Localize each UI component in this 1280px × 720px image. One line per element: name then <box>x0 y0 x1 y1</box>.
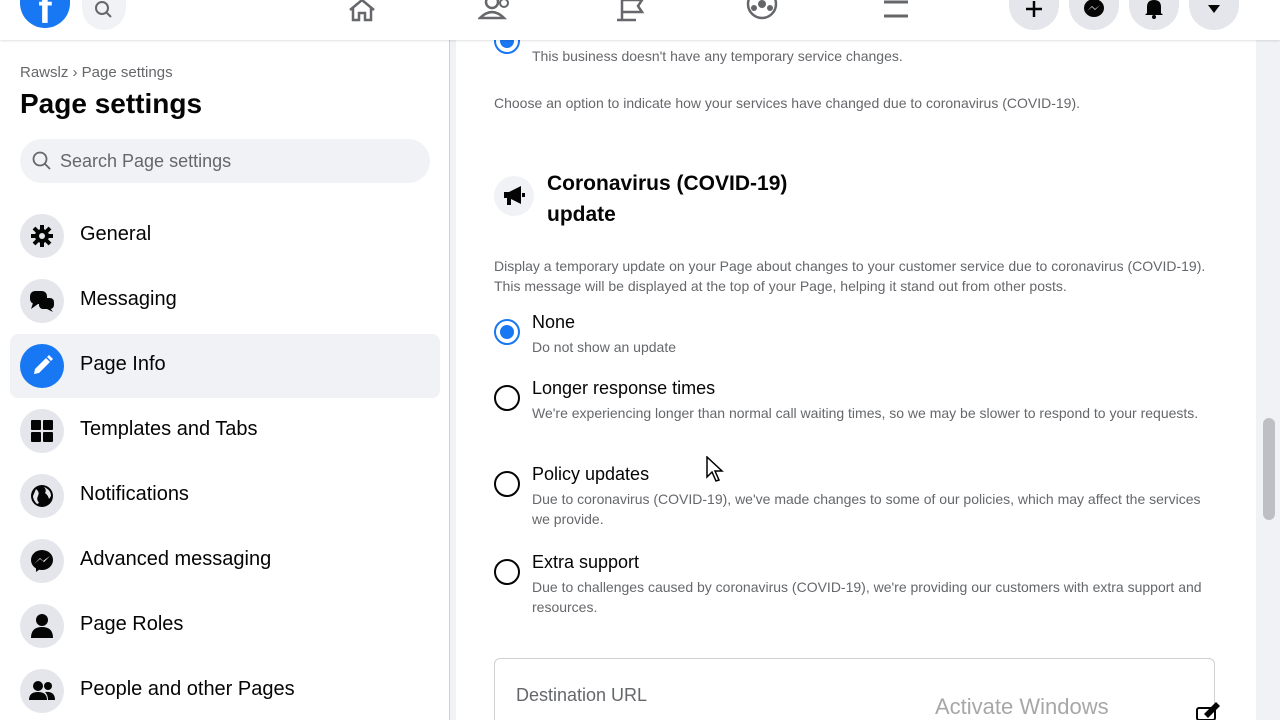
sidebar-item-label: Advanced messaging <box>80 548 272 570</box>
option-extra-support-description: Due to challenges caused by coronavirus … <box>532 579 1202 615</box>
option-none-description: Do not show an update <box>532 339 676 355</box>
chat-icon <box>20 279 64 323</box>
scrollbar-track[interactable] <box>1258 40 1280 720</box>
mouse-cursor-icon <box>706 455 724 487</box>
people-icon <box>20 669 64 713</box>
activate-windows-watermark: Activate Windows <box>935 694 1109 719</box>
flag-icon[interactable] <box>612 0 652 28</box>
sidebar-item-advanced-messaging[interactable]: Advanced messaging <box>10 529 440 593</box>
globe-icon <box>20 474 64 518</box>
sidebar-item-label: People and other Pages <box>80 678 295 700</box>
compose-icon[interactable] <box>1194 702 1224 720</box>
top-navigation-bar: f <box>0 0 1280 40</box>
page-title: Page settings <box>20 88 203 119</box>
sidebar-item-page-info[interactable]: Page Info <box>10 334 440 398</box>
facebook-logo[interactable]: f <box>20 0 70 28</box>
option-longer-response-title[interactable]: Longer response times <box>532 378 715 399</box>
option-extra-support-radio[interactable] <box>494 559 520 585</box>
search-icon[interactable] <box>82 0 126 30</box>
sidebar-item-templates-and-tabs[interactable]: Templates and Tabs <box>10 399 440 463</box>
sidebar-item-label: Templates and Tabs <box>80 418 258 440</box>
sidebar-item-label: General <box>80 223 152 245</box>
service-option-radio[interactable] <box>494 40 520 54</box>
sidebar-item-label: Page Info <box>80 353 166 375</box>
destination-url-label: Destination URL <box>516 685 648 705</box>
friends-icon[interactable] <box>476 0 516 28</box>
home-icon[interactable] <box>342 0 382 28</box>
messenger-icon[interactable] <box>1069 0 1119 30</box>
sidebar-item-page-roles[interactable]: Page Roles <box>10 594 440 658</box>
covid-update-description: Display a temporary update on your Page … <box>494 258 1206 294</box>
option-policy-updates-radio[interactable] <box>494 471 520 497</box>
sidebar-item-general[interactable]: General <box>10 204 440 268</box>
search-input[interactable] <box>60 139 420 183</box>
option-none-radio[interactable] <box>494 319 520 345</box>
sidebar-item-messaging[interactable]: Messaging <box>10 269 440 333</box>
option-longer-response-radio[interactable] <box>494 385 520 411</box>
search-icon <box>32 151 51 170</box>
service-changes-hint: Choose an option to indicate how your se… <box>494 95 1080 111</box>
scrollbar-thumb[interactable] <box>1263 418 1275 520</box>
grid-icon <box>20 409 64 453</box>
option-longer-response-description: We're experiencing longer than normal ca… <box>532 405 1199 421</box>
sidebar-item-notifications[interactable]: Notifications <box>10 464 440 528</box>
option-none-title[interactable]: None <box>532 312 575 333</box>
plus-icon[interactable] <box>1009 0 1059 30</box>
option-extra-support-title[interactable]: Extra support <box>532 552 639 573</box>
settings-sidebar: Rawslz › Page settings Page settings Gen… <box>0 40 450 720</box>
person-icon <box>20 604 64 648</box>
bell-icon[interactable] <box>1129 0 1179 30</box>
option-policy-updates-description: Due to coronavirus (COVID-19), we've mad… <box>532 491 1201 527</box>
sidebar-item-label: Page Roles <box>80 613 184 635</box>
groups-icon[interactable] <box>742 0 782 28</box>
gear-icon <box>20 214 64 258</box>
megaphone-icon <box>494 176 534 216</box>
sidebar-item-people-and-other-pages[interactable]: People and other Pages <box>10 659 440 720</box>
service-option-description: This business doesn't have any temporary… <box>532 48 903 64</box>
breadcrumb[interactable]: Rawslz › Page settings <box>20 64 173 81</box>
settings-search[interactable] <box>20 139 430 183</box>
caret-down-icon[interactable] <box>1189 0 1239 30</box>
pencil-icon <box>20 344 64 388</box>
sidebar-item-label: Messaging <box>80 288 177 310</box>
menu-icon[interactable] <box>876 0 916 28</box>
sidebar-item-label: Notifications <box>80 483 189 505</box>
option-policy-updates-title[interactable]: Policy updates <box>532 464 649 485</box>
messenger-icon <box>20 539 64 583</box>
page-info-panel: This business doesn't have any temporary… <box>456 40 1256 720</box>
covid-update-title: Coronavirus (COVID-19) update <box>547 172 788 226</box>
